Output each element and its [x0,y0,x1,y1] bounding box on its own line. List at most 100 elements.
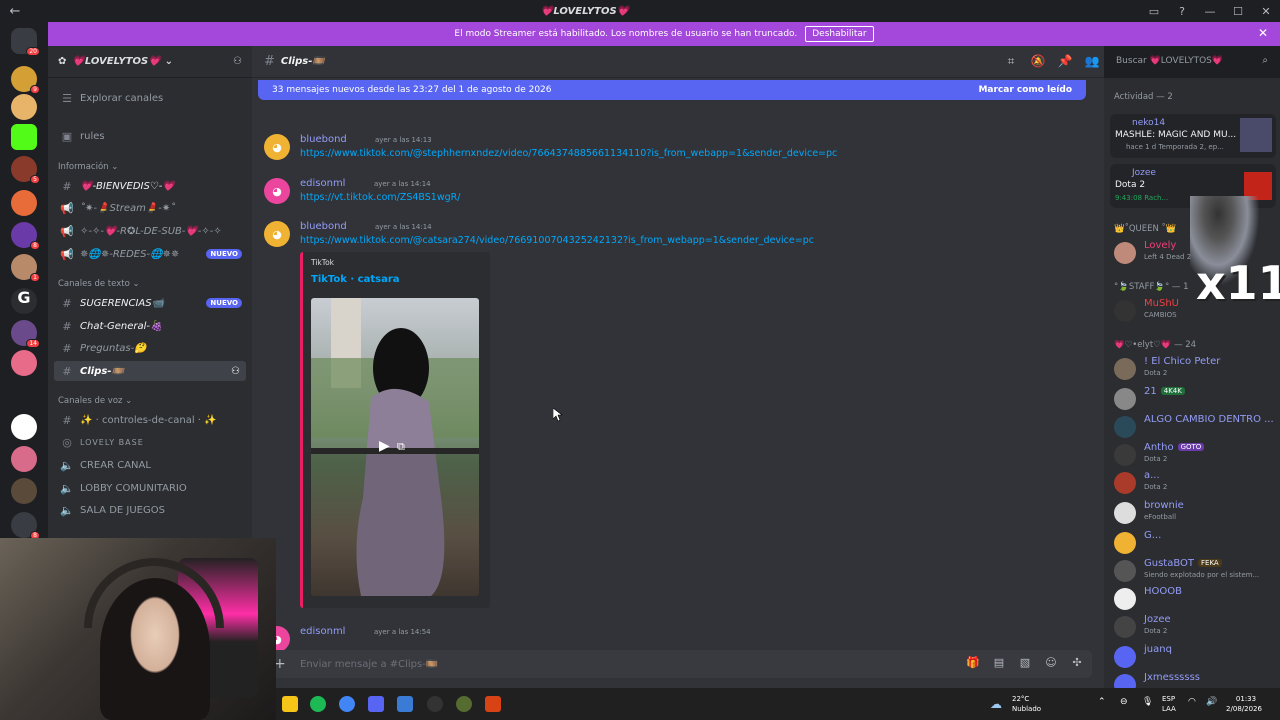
inbox-icon[interactable]: ▭ [1140,5,1168,18]
channel-info-1[interactable]: 📢 ˚✷-💄Stream💄-✷˚ [54,198,246,218]
message-link[interactable]: https://www.tiktok.com/@catsara274/video… [300,235,814,246]
close-icon[interactable]: ✕ [1258,26,1268,40]
server-icon[interactable]: 14 [11,320,40,348]
member-row[interactable]: ALGO CAMBIO DENTRO ... [1112,414,1276,440]
help-icon[interactable]: ? [1168,5,1196,18]
maximize-button[interactable]: ☐ [1224,5,1252,18]
server-icon[interactable] [11,446,37,472]
member-row[interactable]: brownie eFootball [1112,500,1276,526]
member-row[interactable]: ! El Chico Peter Dota 2 [1112,356,1276,382]
server-icon[interactable] [11,414,37,440]
category-text[interactable]: Canales de texto ⌄ [58,279,140,289]
member-row[interactable]: a... Dota 2 [1112,470,1276,496]
members-icon[interactable]: 👥 [1084,54,1100,70]
volume-icon[interactable]: 🔊 [1206,697,1217,707]
server-icon[interactable]: 9 [11,66,40,94]
clock-date[interactable]: 2/08/2026 [1218,705,1270,714]
server-icon[interactable] [11,350,37,376]
taskbar-app-icon[interactable] [485,696,501,712]
category-info[interactable]: Información ⌄ [58,162,118,172]
server-icon[interactable] [11,94,37,120]
disable-streamer-button[interactable]: Deshabilitar [805,26,874,42]
message-author[interactable]: edisonml [300,178,345,189]
server-icon[interactable]: G [11,288,37,314]
member-row[interactable]: GustaBOT FEKA Siendo explotado por el sist… [1112,558,1276,584]
channel-text-2[interactable]: # Preguntas-🤔 [54,338,246,358]
apps-icon[interactable]: ✣ [1070,656,1084,670]
language-primary[interactable]: ESP [1162,695,1175,704]
kick-server-icon[interactable] [11,124,37,150]
embed-title[interactable]: TikTok · catsara [311,274,400,285]
emoji-icon[interactable]: ☺ [1044,656,1058,670]
play-icon[interactable]: ▶ [379,438,390,454]
channel-text-3-active[interactable]: # Clips-🎞️ ⚇ [54,361,246,381]
avatar[interactable]: ◕ [264,178,290,204]
add-member-icon[interactable]: ⚇ [231,366,240,377]
explore-channels[interactable]: ☰ Explorar canales [54,88,246,108]
taskbar-app-icon[interactable] [456,696,472,712]
chevron-up-icon[interactable]: ⌃ [1098,697,1106,707]
weather-temp[interactable]: 22°C [1012,695,1029,704]
spotify-icon[interactable] [310,696,326,712]
threads-icon[interactable]: ⌗ [1003,54,1019,70]
taskbar-app-icon[interactable] [282,696,298,712]
activity-card[interactable]: neko14 MASHLE: MAGIC AND MU... hace 1 d … [1110,114,1276,158]
search-input[interactable]: Buscar 💗LOVELYTOS💗 ⌕ [1110,52,1274,72]
wifi-icon[interactable]: ◠ [1188,697,1196,707]
message-author[interactable]: bluebond [300,221,347,232]
member-row[interactable]: G... [1112,530,1276,556]
channel-voice-2[interactable]: 🔈 CREAR CANAL [54,455,246,475]
language-secondary[interactable]: LAA [1162,705,1176,714]
discord-icon[interactable] [368,696,384,712]
microphone-icon[interactable]: 🎙 [1142,697,1153,707]
server-icon[interactable] [11,478,37,504]
message-composer[interactable]: + Enviar mensaje a #Clips-🎞️ 🎁 ▤ ▧ ☺ ✣ [266,650,1092,678]
channel-info-0[interactable]: # 💗-BIENVEDIS♡-💗 [54,176,246,196]
channel-info-3[interactable]: 📢 ✵🌐✵-REDES-🌐✵✵ NUEVO [54,244,246,264]
member-row[interactable]: Jozee Dota 2 [1112,614,1276,640]
channel-voice-3[interactable]: 🔈 LOBBY COMUNITARIO [54,478,246,498]
network-icon[interactable]: ⊖ [1120,697,1128,707]
gift-icon[interactable]: 🎁 [966,656,980,670]
server-icon[interactable]: 8 [11,512,40,540]
member-row[interactable]: Antho GOTO Dota 2 [1112,442,1276,468]
taskbar-app-icon[interactable] [427,696,443,712]
avatar[interactable]: ◕ [264,221,290,247]
message-link[interactable]: https://vt.tiktok.com/ZS4BS1wgR/ [300,192,460,203]
pin-icon[interactable]: 📌 [1057,54,1073,70]
member-row[interactable]: HOOOB [1112,586,1276,612]
avatar[interactable]: ◕ [264,134,290,160]
new-messages-bar[interactable]: 33 mensajes nuevos desde las 23:27 del 1… [258,80,1086,100]
category-voice[interactable]: Canales de voz ⌄ [58,396,132,406]
member-row[interactable]: juanq [1112,644,1276,670]
channel-rules[interactable]: ▣ rules [54,126,246,146]
channel-text-1[interactable]: # Chat-General-🍇 [54,316,246,336]
minimize-button[interactable]: — [1196,5,1224,18]
composer-placeholder[interactable]: Enviar mensaje a #Clips-🎞️ [300,659,438,670]
message-link[interactable]: https://www.tiktok.com/@stephhernxndez/v… [300,148,837,159]
member-row[interactable]: 21 4K4K [1112,386,1276,412]
open-external-icon[interactable]: ⧉ [397,440,405,454]
mute-bell-icon[interactable]: 🔕 [1030,54,1046,70]
server-header[interactable]: ✿ 💗LOVELYTOS💗 ⌄ ⚇ [48,46,252,78]
weather-desc[interactable]: Nublado [1012,705,1041,714]
channel-voice-1[interactable]: ◎ LOVELY BASE [54,432,246,452]
close-window-button[interactable]: ✕ [1252,5,1280,18]
server-icon[interactable]: 8 [11,222,40,250]
clock-time[interactable]: 01:33 [1226,695,1266,704]
back-arrow-icon[interactable]: ← [0,4,30,19]
taskbar-app-icon[interactable] [397,696,413,712]
channel-text-0[interactable]: # SUGERENCIAS📹 NUEVO [54,293,246,313]
video-thumbnail[interactable]: ▶ ⧉ [311,298,479,596]
message-author[interactable]: edisonml [300,626,345,637]
sticker-icon[interactable]: ▧ [1018,656,1032,670]
direct-messages-icon[interactable]: 20 [11,28,40,56]
channel-info-2[interactable]: 📢 ✧-✧-💗-R✪L-DE-SUB-💗-✧-✧ [54,221,246,241]
mark-as-read-button[interactable]: Marcar como leído [978,85,1072,95]
invite-icon[interactable]: ⚇ [233,56,242,67]
server-icon[interactable] [11,190,37,216]
message-author[interactable]: bluebond [300,134,347,145]
channel-voice-4[interactable]: 🔈 SALA DE JUEGOS [54,500,246,520]
gif-icon[interactable]: ▤ [992,656,1006,670]
channel-voice-0[interactable]: # ✨ · controles-de-canal · ✨ [54,410,246,430]
